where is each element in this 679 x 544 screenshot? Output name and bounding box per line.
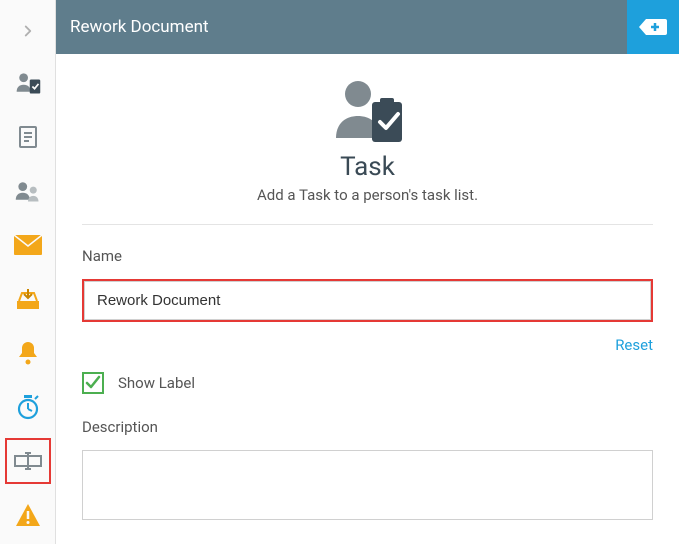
bell-icon	[17, 340, 39, 366]
reset-link[interactable]: Reset	[615, 336, 653, 354]
name-input-highlight	[82, 279, 653, 322]
check-icon	[85, 375, 101, 391]
name-label: Name	[82, 247, 653, 265]
tag-plus-icon	[638, 17, 668, 37]
main-panel: Rework Document Task Add a Task to a p	[56, 0, 679, 544]
text-field-icon	[14, 452, 42, 470]
hero-section: Task Add a Task to a person's task list.	[82, 76, 653, 204]
nav-warning[interactable]	[5, 492, 51, 538]
show-label-text: Show Label	[118, 374, 195, 392]
show-label-row: Show Label	[82, 372, 653, 394]
description-label: Description	[82, 418, 653, 436]
add-item-button[interactable]	[627, 0, 679, 54]
hero-title: Task	[82, 152, 653, 182]
document-icon	[16, 125, 40, 149]
nav-inbox[interactable]	[5, 276, 51, 322]
nav-timer[interactable]	[5, 384, 51, 430]
hero-subtitle: Add a Task to a person's task list.	[82, 186, 653, 204]
nav-rename-field[interactable]	[5, 438, 51, 484]
nav-notifications[interactable]	[5, 330, 51, 376]
panel-content: Task Add a Task to a person's task list.…	[56, 54, 679, 544]
nav-users[interactable]	[5, 168, 51, 214]
task-hero-icon	[328, 76, 408, 146]
expand-rail-button[interactable]	[5, 10, 51, 52]
mail-icon	[14, 235, 42, 255]
warning-icon	[15, 503, 41, 527]
users-icon	[14, 179, 42, 203]
nav-document[interactable]	[5, 114, 51, 160]
inbox-icon	[15, 287, 41, 311]
divider	[82, 224, 653, 225]
show-label-checkbox[interactable]	[82, 372, 104, 394]
person-clipboard-icon	[14, 69, 42, 97]
left-nav-rail	[0, 0, 56, 544]
panel-header: Rework Document	[56, 0, 679, 54]
panel-title: Rework Document	[70, 17, 209, 37]
chevron-right-icon	[19, 22, 37, 40]
description-input[interactable]	[82, 450, 653, 520]
name-input[interactable]	[84, 281, 651, 320]
nav-mail[interactable]	[5, 222, 51, 268]
nav-person-check[interactable]	[5, 60, 51, 106]
timer-icon	[15, 394, 41, 420]
